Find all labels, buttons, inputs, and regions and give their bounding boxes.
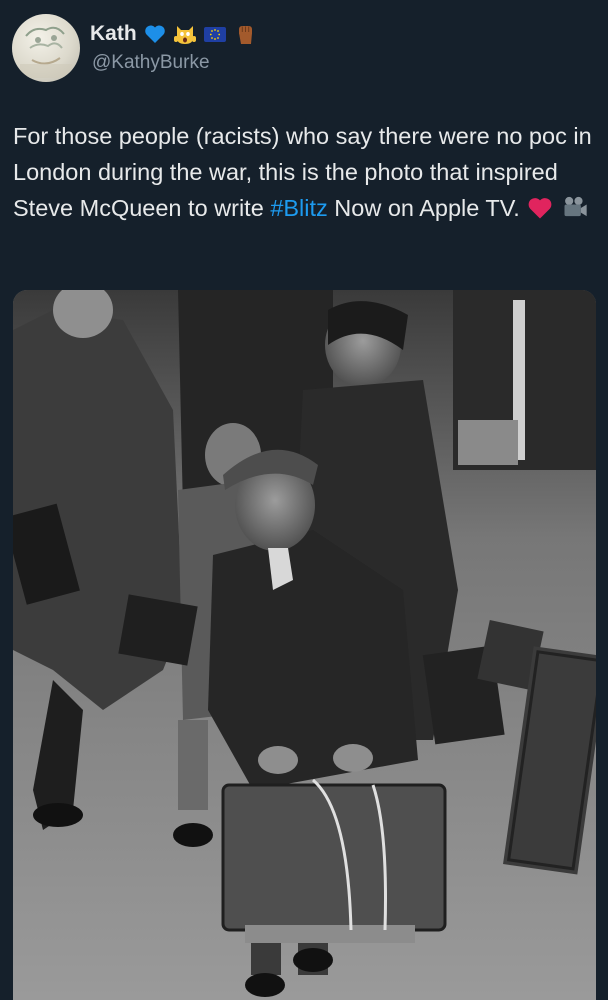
movie-camera-icon [564, 196, 587, 217]
screaming-cat-icon [173, 26, 196, 44]
red-heart-icon [528, 198, 552, 219]
eu-flag-icon [203, 27, 226, 42]
author-handle[interactable]: @KathyBurke [92, 52, 210, 74]
tweet-photo[interactable] [13, 290, 596, 1000]
tweet-text: For those people (racists) who say there… [13, 118, 597, 226]
raised-fist-icon [238, 26, 252, 44]
tweet-text-part: Now on Apple TV. [327, 195, 520, 221]
blue-heart-icon [144, 25, 165, 43]
avatar[interactable] [12, 14, 80, 82]
photo-image [13, 290, 596, 1000]
hashtag-link[interactable]: #Blitz [270, 195, 327, 221]
avatar-drawing [20, 26, 72, 78]
display-name[interactable]: Kath [90, 22, 137, 46]
tweet-header: Kath @KathyBurke [12, 14, 596, 84]
name-row: Kath [90, 20, 257, 48]
